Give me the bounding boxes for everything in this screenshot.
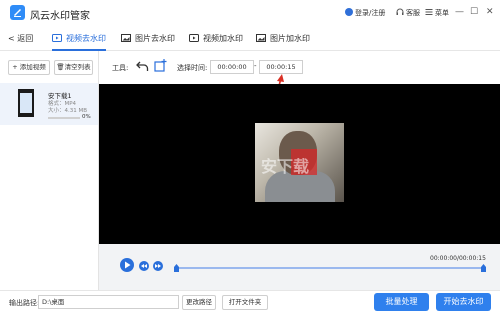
- tab-bar: < 返回 视频去水印 图片去水印 视频加水印 图片加水印: [0, 26, 500, 51]
- clear-list-label: 清空列表: [64, 63, 91, 71]
- customer-service-label: 客服: [406, 9, 420, 17]
- open-folder-button[interactable]: 打开文件夹: [222, 295, 268, 310]
- tab-image-remove-watermark[interactable]: 图片去水印: [121, 26, 175, 50]
- start-time-input[interactable]: 00:00:00: [210, 60, 254, 74]
- rewind-icon: [141, 264, 147, 268]
- tab-label: 图片加水印: [270, 33, 310, 43]
- app-title: 风云水印管家: [30, 11, 90, 22]
- video-frame: 安下载: [255, 123, 344, 202]
- headset-icon: [396, 8, 404, 15]
- back-button[interactable]: < 返回: [8, 33, 33, 44]
- user-icon: [345, 8, 353, 16]
- select-area-icon[interactable]: [154, 59, 167, 72]
- add-video-button[interactable]: + 添加视频: [8, 60, 50, 75]
- tools-label: 工具:: [112, 64, 129, 72]
- file-progress-percent: 0%: [82, 114, 91, 120]
- output-path-label: 输出路径:: [9, 299, 40, 307]
- video-thumbnail: [18, 89, 34, 117]
- trash-icon: 🗑: [56, 63, 65, 71]
- fast-forward-button[interactable]: [153, 261, 163, 271]
- tab-label: 视频去水印: [66, 33, 106, 43]
- close-button[interactable]: ✕: [486, 7, 494, 17]
- back-label: 返回: [17, 34, 34, 43]
- minimize-button[interactable]: —: [455, 7, 464, 17]
- output-path-input[interactable]: D:\桌面: [38, 295, 179, 309]
- customer-service-button[interactable]: 客服: [396, 8, 420, 18]
- fast-forward-icon: [155, 264, 161, 268]
- timeline-start-handle[interactable]: [174, 264, 179, 272]
- watermark-text: 安下载: [261, 157, 310, 176]
- tab-image-add-watermark[interactable]: 图片加水印: [256, 26, 310, 50]
- app-logo-icon: [10, 5, 25, 20]
- timeline-track[interactable]: [176, 267, 484, 269]
- file-progress-bar: [48, 117, 80, 119]
- tab-label: 视频加水印: [203, 33, 243, 43]
- select-time-label: 选择时间:: [177, 64, 208, 72]
- playback-timecode: 00:00:00/00:00:15: [430, 255, 486, 262]
- change-path-button[interactable]: 更改路径: [182, 295, 216, 310]
- maximize-button[interactable]: ☐: [470, 7, 478, 17]
- time-range-dash: -: [254, 62, 257, 70]
- timeline-end-handle[interactable]: [481, 264, 486, 272]
- title-bar: 风云水印管家 登录/注册 客服 菜单 — ☐ ✕: [0, 0, 500, 26]
- end-time-input[interactable]: 00:00:15: [259, 60, 303, 74]
- image-icon: [256, 34, 266, 42]
- video-icon: [189, 34, 199, 42]
- video-icon: [52, 34, 62, 42]
- start-remove-watermark-button[interactable]: 开始去水印: [436, 293, 491, 311]
- menu-icon: [425, 9, 433, 15]
- rewind-button[interactable]: [139, 261, 149, 271]
- batch-process-button[interactable]: 批量处理: [374, 293, 429, 311]
- tab-label: 图片去水印: [135, 33, 175, 43]
- file-size: 大小：4.31 MB: [48, 108, 88, 114]
- tab-video-add-watermark[interactable]: 视频加水印: [189, 26, 243, 50]
- login-label: 登录/注册: [355, 9, 386, 17]
- login-register-link[interactable]: 登录/注册: [345, 8, 385, 18]
- play-button[interactable]: [120, 258, 134, 272]
- tab-video-remove-watermark[interactable]: 视频去水印: [52, 26, 106, 51]
- menu-button[interactable]: 菜单: [425, 8, 449, 18]
- undo-icon[interactable]: [136, 60, 149, 72]
- menu-label: 菜单: [435, 9, 449, 17]
- chevron-left-icon: <: [8, 34, 18, 43]
- play-icon: [125, 261, 131, 269]
- image-icon: [121, 34, 131, 42]
- clear-list-button[interactable]: 🗑清空列表: [54, 60, 93, 75]
